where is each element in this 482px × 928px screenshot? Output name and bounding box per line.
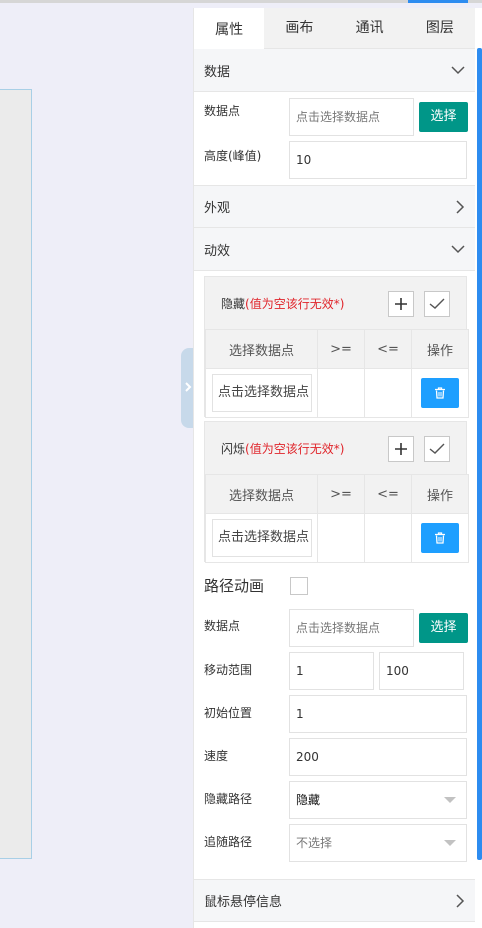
- action-cell: [411, 368, 469, 418]
- hide-row-delete-button[interactable]: [421, 378, 459, 408]
- move-range-max-input[interactable]: 100: [379, 652, 464, 690]
- blink-box-title: 闪烁(值为空该行无效*): [221, 440, 344, 457]
- data-datapoint-label: 数据点: [204, 104, 241, 118]
- table-header-row: 选择数据点 >= <= 操作: [205, 329, 469, 369]
- datapoint-cell: 点击选择数据点: [205, 368, 318, 418]
- data-datapoint-input[interactable]: 点击选择数据点: [289, 98, 414, 136]
- canvas-page[interactable]: [0, 89, 32, 859]
- tab-layers[interactable]: 图层: [405, 8, 475, 48]
- check-icon: [429, 443, 445, 454]
- blink-box-hint: (值为空该行无效*): [245, 442, 345, 456]
- chevron-right-icon: [456, 893, 465, 908]
- panel-tabs: 属性 画布 通讯 图层: [194, 8, 475, 49]
- data-select-button[interactable]: 选择: [419, 102, 468, 132]
- dropdown-arrow-icon: [444, 797, 456, 803]
- chevron-right-icon: [456, 199, 465, 214]
- hide-path-label: 隐藏路径: [204, 792, 253, 806]
- section-hover-title: 鼠标悬停信息: [204, 895, 283, 910]
- blink-confirm-button[interactable]: [424, 436, 450, 462]
- section-effects-header[interactable]: 动效: [194, 228, 475, 271]
- table-row: 点击选择数据点: [205, 368, 469, 418]
- blink-add-button[interactable]: [388, 436, 414, 462]
- column-header: 选择数据点: [205, 329, 318, 369]
- datapoint-cell: 点击选择数据点: [205, 513, 318, 563]
- lte-cell[interactable]: [364, 368, 412, 418]
- data-height-input[interactable]: 10: [289, 141, 467, 179]
- section-data-title: 数据: [204, 64, 231, 80]
- start-position-input[interactable]: 1: [289, 695, 467, 733]
- follow-path-label: 追随路径: [204, 835, 253, 849]
- section-hover-header[interactable]: 鼠标悬停信息: [194, 879, 475, 922]
- hide-box-title: 隐藏(值为空该行无效*): [221, 295, 344, 312]
- canvas-area[interactable]: [0, 3, 193, 928]
- tab-communication[interactable]: 通讯: [335, 8, 405, 48]
- tab-properties[interactable]: 属性: [194, 8, 265, 49]
- hide-row-datapoint-input[interactable]: 点击选择数据点: [212, 374, 312, 412]
- tab-canvas[interactable]: 画布: [264, 8, 334, 48]
- column-header: <=: [364, 329, 412, 369]
- trash-icon: [435, 387, 445, 399]
- hide-add-button[interactable]: [388, 291, 414, 317]
- chevron-down-icon: [451, 245, 465, 254]
- speed-label: 速度: [204, 749, 229, 763]
- chevron-down-icon: [451, 66, 465, 75]
- data-height-label: 高度(峰值): [204, 149, 262, 163]
- move-range-label: 移动范围: [204, 663, 253, 677]
- path-select-button[interactable]: 选择: [419, 613, 468, 643]
- move-range-min-input[interactable]: 1: [289, 652, 374, 690]
- dropdown-arrow-icon: [444, 840, 456, 846]
- top-toolbar-active-indicator: [408, 0, 468, 3]
- hide-path-value: 隐藏: [296, 793, 321, 807]
- effects-body: 隐藏(值为空该行无效*) 选择数据点 >= <= 操作 点击选择数据点 闪烁(值…: [194, 271, 475, 928]
- speed-input[interactable]: 200: [289, 738, 467, 776]
- hide-condition-table: 选择数据点 >= <= 操作 点击选择数据点: [205, 329, 469, 418]
- path-datapoint-label: 数据点: [204, 619, 241, 633]
- panel-scrollbar-thumb[interactable]: [477, 48, 482, 860]
- blink-row-datapoint-input[interactable]: 点击选择数据点: [212, 519, 312, 557]
- property-panel: 属性 画布 通讯 图层 数据 数据点 点击选择数据点 选择 高度(峰值) 10 …: [193, 8, 475, 928]
- column-header: >=: [317, 329, 365, 369]
- table-row: 点击选择数据点: [205, 513, 469, 563]
- gte-cell[interactable]: [317, 368, 365, 418]
- path-datapoint-input[interactable]: 点击选择数据点: [289, 609, 414, 647]
- column-header: >=: [317, 474, 365, 514]
- hide-path-select[interactable]: 隐藏: [289, 781, 467, 819]
- column-header: 操作: [411, 474, 469, 514]
- section-effects-title: 动效: [204, 243, 231, 259]
- follow-path-select[interactable]: 不选择: [289, 824, 467, 862]
- action-cell: [411, 513, 469, 563]
- blink-condition-box: 闪烁(值为空该行无效*) 选择数据点 >= <= 操作 点击选择数据点: [204, 421, 469, 563]
- hide-confirm-button[interactable]: [424, 291, 450, 317]
- column-header: 选择数据点: [205, 474, 318, 514]
- data-height-row: 高度(峰值) 10: [194, 136, 475, 185]
- section-data-header[interactable]: 数据: [194, 49, 475, 92]
- column-header: 操作: [411, 329, 469, 369]
- section-appearance-header[interactable]: 外观: [194, 185, 475, 228]
- follow-path-value: 不选择: [296, 836, 333, 850]
- plus-icon: [395, 298, 407, 310]
- hide-box-title-text: 隐藏: [221, 297, 246, 311]
- hide-box-hint: (值为空该行无效*): [245, 297, 345, 311]
- chevron-right-icon: [185, 382, 192, 392]
- gte-cell[interactable]: [317, 513, 365, 563]
- blink-row-delete-button[interactable]: [421, 523, 459, 553]
- plus-icon: [395, 443, 407, 455]
- table-header-row: 选择数据点 >= <= 操作: [205, 474, 469, 514]
- path-animation-title: 路径动画: [204, 577, 265, 595]
- blink-condition-table: 选择数据点 >= <= 操作 点击选择数据点: [205, 474, 469, 563]
- column-header: <=: [364, 474, 412, 514]
- data-datapoint-row: 数据点 点击选择数据点 选择: [194, 92, 475, 136]
- check-icon: [429, 298, 445, 309]
- hide-condition-box: 隐藏(值为空该行无效*) 选择数据点 >= <= 操作 点击选择数据点: [204, 276, 469, 418]
- path-animation-checkbox[interactable]: [290, 577, 308, 595]
- blink-box-title-text: 闪烁: [221, 442, 246, 456]
- section-appearance-title: 外观: [204, 201, 231, 216]
- lte-cell[interactable]: [364, 513, 412, 563]
- trash-icon: [435, 532, 445, 544]
- start-position-label: 初始位置: [204, 706, 253, 720]
